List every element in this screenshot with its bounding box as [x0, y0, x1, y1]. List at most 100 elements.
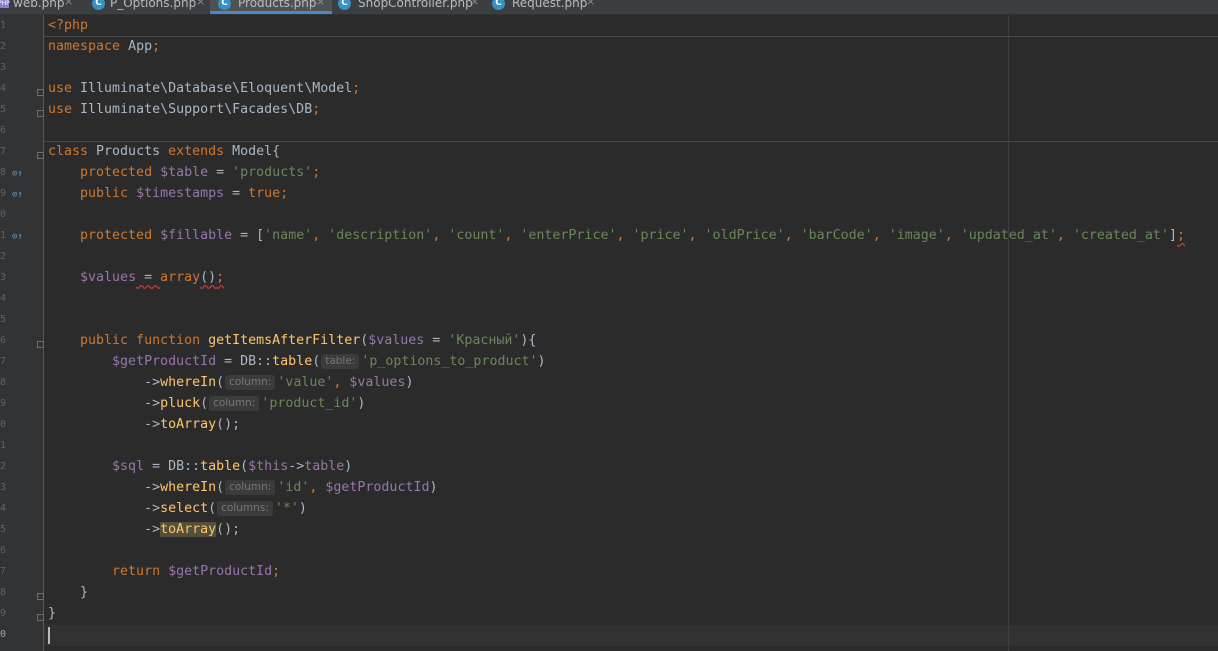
class-icon: C [492, 0, 505, 10]
method-call: whereIn [160, 375, 217, 390]
override-marker-icon[interactable]: ⊙↑ [12, 232, 23, 242]
string-literal: 'products' [232, 165, 313, 180]
punctuation: , [784, 228, 801, 243]
parameter-hint: column: [225, 375, 276, 390]
punctuation: , [309, 480, 326, 495]
operator: = DB:: [144, 459, 201, 474]
import-path: Illuminate\Database\Eloquent\Model [72, 81, 353, 96]
tab-label: web.php [13, 0, 65, 10]
close-icon[interactable]: × [470, 0, 479, 7]
string-literal: 'description' [328, 228, 433, 243]
close-icon[interactable]: × [64, 0, 73, 7]
line-number: 8 [0, 167, 7, 178]
code-line: public $timestamps = true; [48, 183, 288, 204]
punctuation: (); [216, 417, 241, 432]
function-name: getItemsAfterFilter [208, 333, 361, 348]
keyword: protected [48, 228, 161, 243]
tab-request-php[interactable]: C Request.php × [488, 0, 608, 14]
punctuation: ; [280, 186, 289, 201]
code-line: ->toArray(); [48, 414, 240, 435]
fold-toggle-icon[interactable] [37, 89, 44, 96]
punctuation: , [333, 375, 350, 390]
punctuation: , [688, 228, 705, 243]
punctuation: ( [200, 396, 209, 411]
operator: = [208, 165, 233, 180]
ide-window: PHP web.php × C P_Options.php × C Produc… [0, 0, 1218, 651]
punctuation: (); [216, 522, 241, 537]
close-icon[interactable]: × [316, 0, 325, 7]
method-call-highlighted: toArray [160, 522, 217, 537]
property-variable: $timestamps [136, 186, 225, 201]
builtin-function: array [160, 270, 201, 285]
override-marker-icon[interactable]: ⊙↑ [12, 190, 23, 200]
punctuation: ( [312, 354, 321, 369]
code-line: use Illuminate\Database\Eloquent\Model; [48, 78, 360, 99]
fold-toggle-icon[interactable] [37, 110, 44, 117]
operator: = [136, 270, 161, 285]
method-call: pluck [160, 396, 201, 411]
keyword: namespace [48, 39, 121, 54]
punctuation: ) [537, 354, 546, 369]
close-icon[interactable]: × [586, 0, 595, 7]
variable: $values [349, 375, 406, 390]
variable: $sql [112, 459, 145, 474]
code-line: <?php [48, 15, 88, 36]
line-number: 9 [0, 188, 7, 199]
code-editor[interactable]: <?php namespace App; use Illuminate\Data… [44, 15, 1218, 651]
closing-brace: } [48, 585, 89, 600]
variable: $getProductId [112, 354, 217, 369]
punctuation: ( [240, 459, 249, 474]
text-caret [48, 627, 50, 644]
code-line: } [48, 603, 56, 624]
punctuation: ( [208, 501, 217, 516]
tab-products-php[interactable]: C Products.php × [210, 0, 332, 14]
punctuation: ) [357, 396, 366, 411]
tab-label: Request.php [512, 0, 588, 10]
php-open-tag: <?php [48, 18, 89, 33]
line-number-gutter[interactable]: 1 2 3 4 5 6 7 8 9 0 1 2 3 4 5 6 7 8 9 0 … [0, 15, 44, 651]
method-separator [44, 36, 1218, 37]
code-line: ->whereIn(column:'id', $getProductId) [48, 477, 437, 498]
string-literal: 'image' [888, 228, 945, 243]
line-number: 5 [0, 104, 7, 115]
code-line: $values = array(); [48, 267, 224, 288]
namespace-name: App [120, 39, 153, 54]
punctuation: () [200, 270, 217, 285]
fold-toggle-icon[interactable] [37, 152, 44, 159]
boolean-literal: true [248, 186, 281, 201]
method-call: toArray [160, 417, 217, 432]
keyword: use [48, 81, 73, 96]
punctuation: ( [216, 375, 225, 390]
keyword: public function [48, 333, 209, 348]
line-number: 1 [0, 440, 7, 451]
punctuation: , [616, 228, 633, 243]
line-number: 9 [0, 398, 7, 409]
punctuation: ; [312, 102, 321, 117]
line-number: 1 [0, 230, 7, 241]
tab-shopcontroller-php[interactable]: C ShopController.php × [334, 0, 484, 14]
fold-toggle-icon[interactable] [37, 614, 44, 621]
fold-toggle-icon[interactable] [37, 341, 44, 348]
code-line: $sql = DB::table($this->table) [48, 456, 352, 477]
override-marker-icon[interactable]: ⊙↑ [12, 169, 23, 179]
line-number: 4 [0, 503, 7, 514]
string-literal: 'Красный' [448, 333, 521, 348]
tab-p-options-php[interactable]: C P_Options.php × [88, 0, 210, 14]
parameter-hint: columns: [217, 501, 273, 516]
indent: -> [48, 480, 161, 495]
tab-web-php[interactable]: PHP web.php × [0, 0, 80, 14]
string-literal: 'price' [632, 228, 689, 243]
keyword: extends [168, 144, 225, 159]
close-icon[interactable]: × [196, 0, 205, 7]
fold-toggle-icon[interactable] [37, 593, 44, 600]
punctuation: , [1056, 228, 1073, 243]
string-literal: 'product_id' [261, 396, 358, 411]
editor-tab-bar: PHP web.php × C P_Options.php × C Produc… [0, 0, 1218, 15]
line-number: 7 [0, 356, 7, 367]
string-literal: 'created_at' [1072, 228, 1169, 243]
code-line: class Products extends Model{ [48, 141, 280, 162]
line-number: 9 [0, 608, 7, 619]
punctuation: , [944, 228, 961, 243]
line-number: 4 [0, 293, 7, 304]
